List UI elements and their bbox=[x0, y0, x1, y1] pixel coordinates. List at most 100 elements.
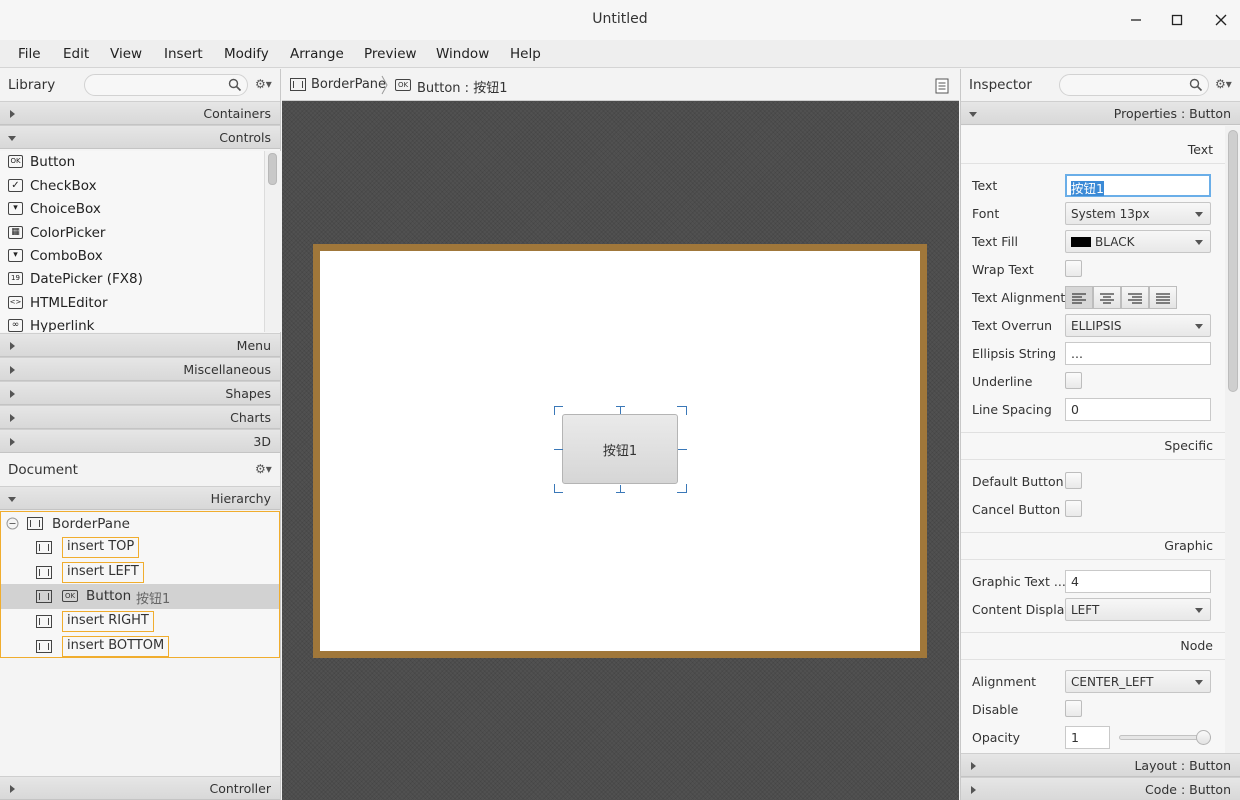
align-right-button[interactable] bbox=[1121, 286, 1149, 309]
properties-scrollbar-track[interactable] bbox=[1225, 126, 1240, 756]
section-menu[interactable]: Menu bbox=[0, 333, 280, 357]
library-gear-icon[interactable]: ⚙▾ bbox=[255, 77, 275, 93]
section-code[interactable]: Code : Button bbox=[961, 777, 1240, 800]
selection-handle[interactable] bbox=[678, 449, 687, 450]
tree-node-insert-bottom[interactable]: insert BOTTOM bbox=[1, 634, 279, 659]
button-icon: OK bbox=[8, 155, 23, 168]
list-item[interactable]: <> HTMLEditor bbox=[0, 292, 264, 315]
selection-handle[interactable] bbox=[686, 406, 687, 415]
close-icon[interactable] bbox=[1206, 8, 1236, 32]
menu-insert[interactable]: Insert bbox=[164, 46, 203, 62]
app-window: Untitled File Edit View Insert Modify Ar… bbox=[0, 0, 1240, 800]
list-item[interactable]: ▦ ColorPicker bbox=[0, 222, 264, 245]
controls-scrollbar-thumb[interactable] bbox=[268, 153, 277, 185]
selection-handle[interactable] bbox=[616, 406, 625, 407]
selection-handle[interactable] bbox=[620, 406, 621, 414]
cancel-button-checkbox[interactable] bbox=[1065, 500, 1082, 517]
checkbox-icon: ✓ bbox=[8, 179, 23, 192]
design-canvas[interactable]: 按钮1 bbox=[282, 101, 959, 800]
menu-help[interactable]: Help bbox=[510, 46, 541, 62]
collapse-icon bbox=[8, 497, 16, 502]
selection-handle[interactable] bbox=[554, 406, 555, 415]
preview-button[interactable]: 按钮1 bbox=[562, 414, 678, 484]
section-controls[interactable]: Controls bbox=[0, 125, 280, 149]
text-overrun-select[interactable]: ELLIPSIS bbox=[1065, 314, 1211, 337]
selection-handle[interactable] bbox=[686, 484, 687, 493]
controls-scrollbar-track[interactable] bbox=[264, 151, 281, 332]
selection-handle[interactable] bbox=[677, 406, 686, 407]
list-item[interactable]: ∞ Hyperlink bbox=[0, 315, 264, 332]
opacity-slider[interactable] bbox=[1119, 730, 1211, 745]
content-display-select[interactable]: LEFT bbox=[1065, 598, 1211, 621]
align-left-button[interactable] bbox=[1065, 286, 1093, 309]
underline-checkbox[interactable] bbox=[1065, 372, 1082, 389]
section-properties[interactable]: Properties : Button bbox=[961, 101, 1240, 125]
list-item[interactable]: ▾ ComboBox bbox=[0, 245, 264, 268]
section-charts[interactable]: Charts bbox=[0, 405, 280, 429]
selection-handle[interactable] bbox=[677, 492, 686, 493]
selection-handle[interactable] bbox=[554, 449, 563, 450]
opacity-field[interactable]: 1 bbox=[1065, 726, 1110, 749]
section-layout[interactable]: Layout : Button bbox=[961, 753, 1240, 777]
menu-file[interactable]: File bbox=[18, 46, 41, 62]
default-button-checkbox[interactable] bbox=[1065, 472, 1082, 489]
group-node-header: Node bbox=[961, 628, 1225, 660]
list-item[interactable]: 19 DatePicker (FX8) bbox=[0, 268, 264, 291]
graphic-text-gap-field[interactable]: 4 bbox=[1065, 570, 1211, 593]
section-3d[interactable]: 3D bbox=[0, 429, 280, 453]
align-center-button[interactable] bbox=[1093, 286, 1121, 309]
selection-handle[interactable] bbox=[554, 406, 563, 407]
alignment-select[interactable]: CENTER_LEFT bbox=[1065, 670, 1211, 693]
maximize-icon[interactable] bbox=[1162, 8, 1192, 32]
menu-modify[interactable]: Modify bbox=[224, 46, 269, 62]
collapse-icon bbox=[969, 112, 977, 117]
text-alignment-group bbox=[1065, 286, 1177, 309]
disable-checkbox[interactable] bbox=[1065, 700, 1082, 717]
expand-icon bbox=[10, 414, 15, 422]
section-hierarchy[interactable]: Hierarchy bbox=[0, 486, 280, 510]
section-controller[interactable]: Controller bbox=[0, 776, 280, 800]
font-select[interactable]: System 13px bbox=[1065, 202, 1211, 225]
window-title: Untitled bbox=[592, 11, 648, 27]
list-item[interactable]: OK Button bbox=[0, 151, 264, 174]
inspector-search-input[interactable] bbox=[1059, 74, 1209, 96]
tree-node-borderpane[interactable]: BorderPane bbox=[1, 512, 279, 537]
color-swatch bbox=[1071, 237, 1091, 247]
minimize-icon[interactable] bbox=[1121, 8, 1151, 32]
controls-list: OK Button ✓ CheckBox ▾ ChoiceBox ▦ Color… bbox=[0, 151, 281, 332]
selection-handle[interactable] bbox=[554, 484, 555, 493]
document-icon[interactable] bbox=[935, 78, 949, 94]
document-gear-icon[interactable]: ⚙▾ bbox=[255, 462, 275, 478]
slider-thumb[interactable] bbox=[1196, 730, 1211, 745]
align-justify-button[interactable] bbox=[1149, 286, 1177, 309]
properties-scrollbar-thumb[interactable] bbox=[1228, 130, 1238, 392]
inspector-gear-icon[interactable]: ⚙▾ bbox=[1215, 77, 1235, 93]
selection-handle[interactable] bbox=[616, 492, 625, 493]
menu-arrange[interactable]: Arrange bbox=[290, 46, 344, 62]
chevron-down-icon bbox=[1195, 680, 1203, 685]
breadcrumb-root[interactable]: BorderPane bbox=[311, 77, 386, 92]
tree-node-insert-top[interactable]: insert TOP bbox=[1, 535, 279, 560]
list-item[interactable]: ✓ CheckBox bbox=[0, 175, 264, 198]
text-field[interactable]: 按钮1 bbox=[1065, 174, 1211, 197]
menu-view[interactable]: View bbox=[110, 46, 142, 62]
menu-window[interactable]: Window bbox=[436, 46, 489, 62]
borderpane-preview[interactable]: 按钮1 bbox=[313, 244, 927, 658]
collapse-node-icon[interactable] bbox=[6, 517, 19, 530]
tree-node-insert-right[interactable]: insert RIGHT bbox=[1, 609, 279, 634]
selection-handle[interactable] bbox=[554, 492, 563, 493]
library-search-input[interactable] bbox=[84, 74, 248, 96]
menu-edit[interactable]: Edit bbox=[63, 46, 89, 62]
text-fill-select[interactable]: BLACK bbox=[1065, 230, 1211, 253]
ellipsis-string-field[interactable]: ... bbox=[1065, 342, 1211, 365]
section-containers[interactable]: Containers bbox=[0, 101, 280, 125]
breadcrumb-child[interactable]: Button : 按钮1 bbox=[417, 77, 507, 96]
menu-preview[interactable]: Preview bbox=[364, 46, 417, 62]
section-miscellaneous[interactable]: Miscellaneous bbox=[0, 357, 280, 381]
section-shapes[interactable]: Shapes bbox=[0, 381, 280, 405]
list-item[interactable]: ▾ ChoiceBox bbox=[0, 198, 264, 221]
tree-node-insert-left[interactable]: insert LEFT bbox=[1, 560, 279, 585]
tree-node-button-selected[interactable]: OK Button 按钮1 bbox=[1, 584, 279, 609]
wrap-text-checkbox[interactable] bbox=[1065, 260, 1082, 277]
line-spacing-field[interactable]: 0 bbox=[1065, 398, 1211, 421]
